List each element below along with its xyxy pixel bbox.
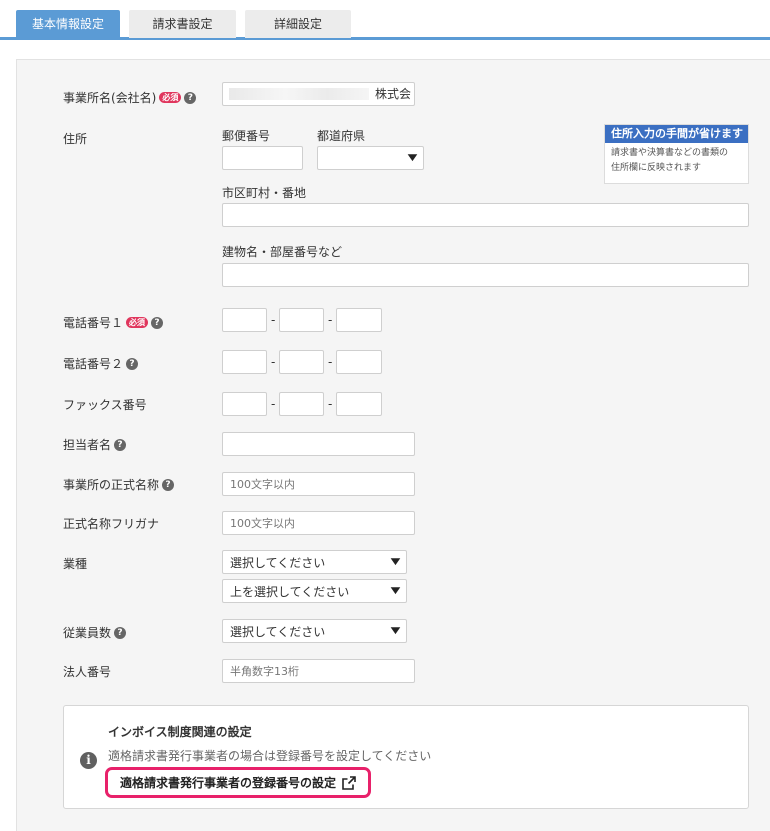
phone2-part1-input[interactable] <box>222 350 267 374</box>
invoice-link-label: 適格請求書発行事業者の登録番号の設定 <box>119 776 336 790</box>
invoice-title: インボイス制度関連の設定 <box>108 725 252 739</box>
tab-detail-settings[interactable]: 詳細設定 <box>245 10 351 38</box>
contact-input[interactable] <box>222 432 415 456</box>
tab-basic-info[interactable]: 基本情報設定 <box>16 10 120 38</box>
chevron-down-icon: ▼ <box>390 586 401 596</box>
tip-body-line2: 住所欄に反映されます <box>611 163 702 173</box>
redacted-text <box>229 88 369 100</box>
fax-part2-input[interactable] <box>279 392 324 416</box>
phone1-label: 電話番号１ 必須 ? <box>63 314 164 331</box>
tip-title: 住所入力の手間が省けます <box>605 125 748 143</box>
question-circle-icon[interactable]: ? <box>162 478 175 491</box>
address-tip-box: 住所入力の手間が省けます 請求書や決算書などの書類の 住所欄に反映されます <box>604 124 749 184</box>
question-circle-icon[interactable]: ? <box>126 357 139 370</box>
contact-text: 担当者名 <box>63 438 112 452</box>
tab-bar: 基本情報設定 請求書設定 詳細設定 <box>0 0 770 40</box>
official-kana-label: 正式名称フリガナ <box>63 517 160 531</box>
invoice-settings-box: インボイス制度関連の設定 i 適格請求書発行事業者の場合は登録番号を設定してくだ… <box>63 705 749 809</box>
invoice-registration-link[interactable]: 適格請求書発行事業者の登録番号の設定 <box>105 767 371 798</box>
building-input[interactable] <box>222 263 749 287</box>
corp-number-label: 法人番号 <box>63 665 112 679</box>
contact-label: 担当者名 ? <box>63 436 127 453</box>
phone1-part1-input[interactable] <box>222 308 267 332</box>
company-name-input[interactable]: 株式会 <box>222 82 415 106</box>
chevron-down-icon: ▼ <box>390 557 401 567</box>
employees-select[interactable]: 選択してください ▼ <box>222 619 407 643</box>
required-badge: 必須 <box>126 317 149 328</box>
official-kana-input[interactable]: 100文字以内 <box>222 511 415 535</box>
separator: - <box>271 397 276 411</box>
employees-text: 従業員数 <box>63 626 112 640</box>
prefecture-select[interactable]: ▼ <box>317 146 424 170</box>
question-circle-icon[interactable]: ? <box>184 91 197 104</box>
phone2-part3-input[interactable] <box>336 350 382 374</box>
separator: - <box>271 313 276 327</box>
question-circle-icon[interactable]: ? <box>151 316 164 329</box>
invoice-description: 適格請求書発行事業者の場合は登録番号を設定してください <box>108 749 432 763</box>
industry-sub-select-value: 上を選択してください <box>230 584 350 599</box>
industry-select[interactable]: 選択してください ▼ <box>222 550 407 574</box>
prefecture-label: 都道府県 <box>317 129 366 143</box>
employees-select-value: 選択してください <box>230 624 326 639</box>
fax-part1-input[interactable] <box>222 392 267 416</box>
tip-body-line1: 請求書や決算書などの書類の <box>611 148 729 158</box>
info-circle-icon: i <box>80 752 97 769</box>
official-name-label: 事業所の正式名称 ? <box>63 476 175 493</box>
question-circle-icon[interactable]: ? <box>114 438 127 451</box>
separator: - <box>328 355 333 369</box>
industry-select-value: 選択してください <box>230 555 326 570</box>
official-name-text: 事業所の正式名称 <box>63 478 160 492</box>
required-badge: 必須 <box>159 92 182 103</box>
tip-body: 請求書や決算書などの書類の 住所欄に反映されます <box>605 143 748 179</box>
industry-label: 業種 <box>63 557 88 571</box>
fax-label: ファックス番号 <box>63 398 147 412</box>
address-label: 住所 <box>63 132 88 146</box>
employees-label: 従業員数 ? <box>63 624 127 641</box>
fax-part3-input[interactable] <box>336 392 382 416</box>
phone2-text: 電話番号２ <box>63 357 124 371</box>
city-label: 市区町村・番地 <box>222 186 307 200</box>
phone2-part2-input[interactable] <box>279 350 324 374</box>
phone1-part2-input[interactable] <box>279 308 324 332</box>
postal-code-label: 郵便番号 <box>222 129 271 143</box>
separator: - <box>328 313 333 327</box>
question-circle-icon[interactable]: ? <box>114 626 127 639</box>
city-input[interactable] <box>222 203 749 227</box>
company-name-text: 事業所名(会社名) <box>63 91 157 105</box>
separator: - <box>271 355 276 369</box>
separator: - <box>328 397 333 411</box>
phone2-label: 電話番号２ ? <box>63 355 139 372</box>
chevron-down-icon: ▼ <box>390 626 401 636</box>
external-link-icon <box>342 775 356 790</box>
phone1-part3-input[interactable] <box>336 308 382 332</box>
tab-invoice-settings[interactable]: 請求書設定 <box>129 10 236 38</box>
postal-code-input[interactable] <box>222 146 303 170</box>
company-name-label: 事業所名(会社名) 必須 ? <box>63 89 197 106</box>
industry-sub-select[interactable]: 上を選択してください ▼ <box>222 579 407 603</box>
company-name-value: 株式会 <box>374 87 411 101</box>
chevron-down-icon: ▼ <box>407 153 418 163</box>
phone1-text: 電話番号１ <box>63 316 124 330</box>
corp-number-input[interactable]: 半角数字13桁 <box>222 659 415 683</box>
building-label: 建物名・部屋番号など <box>222 245 343 259</box>
official-name-input[interactable]: 100文字以内 <box>222 472 415 496</box>
